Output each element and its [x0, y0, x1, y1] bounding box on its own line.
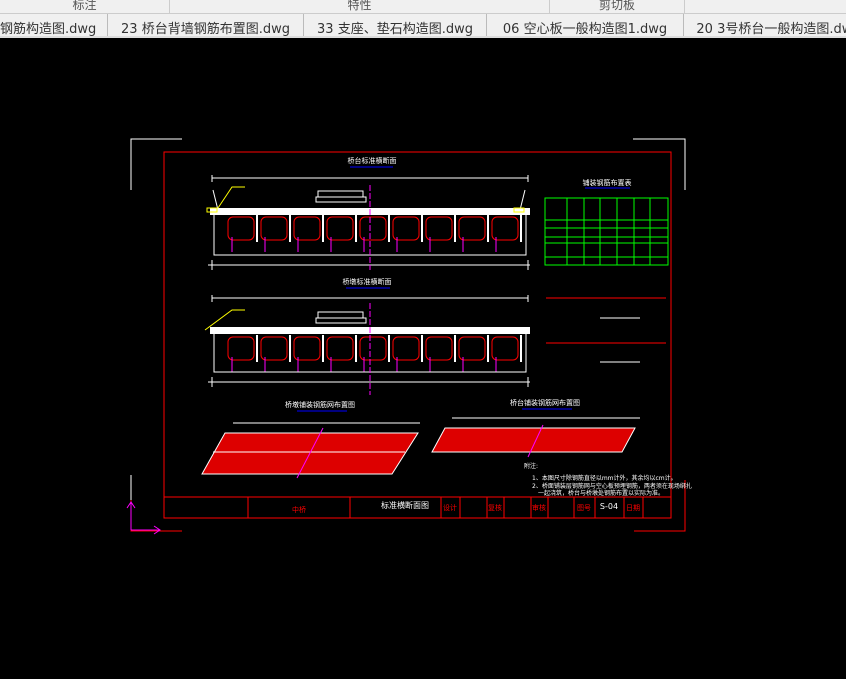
hollow-cell	[227, 336, 255, 361]
hollow-cell	[392, 216, 420, 241]
drawing-canvas[interactable]: 桥台标准横断面 桥墩标准横断面 铺装钢筋布置表 桥墩铺装钢筋网布置图 桥台铺装钢…	[0, 38, 846, 675]
plan-2-title: 桥台铺装钢筋网布置图	[510, 398, 580, 407]
approve-label: 审核	[532, 503, 546, 512]
drawing-no-label: 图号	[577, 504, 591, 512]
rebar-table: 铺装钢筋布置表	[544, 178, 669, 266]
hollow-cell	[425, 216, 453, 241]
tab-document[interactable]: 钢筋构造图.dwg	[0, 14, 108, 36]
hollow-cell	[326, 336, 354, 361]
date-label: 日期	[626, 504, 640, 512]
project-name: 中桥	[292, 505, 306, 514]
tab-document[interactable]: 23 桥台背墙钢筋布置图.dwg	[108, 14, 304, 36]
hollow-cell	[458, 216, 486, 241]
hollow-cell	[458, 336, 486, 361]
hollow-cell	[293, 216, 321, 241]
ribbon-group-annotate[interactable]: 标注	[0, 0, 170, 13]
section-1-title: 桥台标准横断面	[348, 156, 397, 165]
hollow-cell	[491, 336, 519, 361]
drawing-no: S-04	[600, 502, 618, 511]
hollow-cell	[293, 336, 321, 361]
ucs-axis-icon	[126, 501, 161, 535]
hollow-cell	[425, 336, 453, 361]
hollow-cell	[359, 216, 387, 241]
tab-document[interactable]: 20 3号桥台一般构造图.dwg	[684, 14, 846, 36]
document-tabs: 钢筋构造图.dwg 23 桥台背墙钢筋布置图.dwg 33 支座、垫石构造图.d…	[0, 14, 846, 38]
note-line: 1、本图尺寸除钢筋直径以mm计外，其余均以cm计。	[532, 474, 677, 482]
hollow-cell	[260, 216, 288, 241]
hollow-cell	[359, 336, 387, 361]
title-block: 中桥 标准横断面图 设计 复核 审核 图号 S-04 日期	[163, 496, 672, 519]
plan-1-title: 桥墩铺装钢筋网布置图	[285, 400, 355, 409]
tab-document[interactable]: 06 空心板一般构造图1.dwg	[487, 14, 684, 36]
section-2-title: 桥墩标准横断面	[343, 277, 392, 286]
table-title: 铺装钢筋布置表	[583, 178, 632, 187]
design-label: 设计	[443, 503, 457, 512]
note-line: 一起浇筑，桥台与桥墩处钢筋布置以实际为准。	[538, 489, 664, 497]
notes: 附注: 1、本图尺寸除钢筋直径以mm计外，其余均以cm计。 2、桥面铺装层钢筋网…	[524, 462, 692, 497]
drawing-name: 标准横断面图	[381, 500, 429, 510]
tab-document[interactable]: 33 支座、垫石构造图.dwg	[304, 14, 487, 36]
review-label: 复核	[488, 503, 502, 512]
section-2-drawing: 桥墩标准横断面	[204, 277, 530, 387]
plan-1-drawing: 桥墩铺装钢筋网布置图	[201, 400, 420, 479]
notes-title: 附注:	[524, 462, 538, 470]
ribbon-group-properties[interactable]: 特性	[170, 0, 550, 13]
note-line: 2、桥面铺装层钢筋网与空心板预埋钢筋，两者须在现场绑扎	[532, 482, 692, 490]
hollow-cell	[260, 336, 288, 361]
hollow-cell	[392, 336, 420, 361]
hollow-cell	[491, 216, 519, 241]
section-1-drawing: 桥台标准横断面	[206, 156, 530, 270]
ribbon-group-clipboard[interactable]: 剪切板	[550, 0, 685, 13]
hollow-cell	[227, 216, 255, 241]
detail-lines	[546, 297, 666, 363]
hollow-cell	[326, 216, 354, 241]
ribbon-group-bar: 标注 特性 剪切板	[0, 0, 846, 14]
plan-2-drawing: 桥台铺装钢筋网布置图	[431, 398, 640, 458]
